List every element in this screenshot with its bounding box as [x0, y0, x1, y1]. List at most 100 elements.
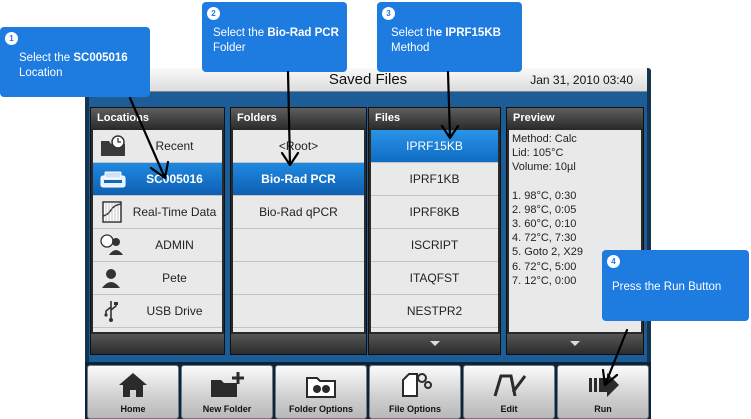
home-button[interactable]: Home: [87, 365, 179, 419]
recent-folder-icon: [101, 135, 125, 156]
folder-label: Bio-Rad PCR: [261, 172, 336, 186]
callout-text-bold: SC005016: [73, 52, 128, 64]
files-panel: Files IPRF15KB IPRF1KB IPRF8KB ISCRIPT I…: [368, 107, 501, 355]
location-label: Pete: [162, 271, 187, 285]
folder-empty-row: [233, 295, 364, 328]
callout-number: 4: [607, 255, 620, 268]
file-label: IPRF1KB: [409, 172, 460, 186]
callout-text-bold: e IPRF15KB: [435, 27, 501, 39]
location-item-pete[interactable]: Pete: [93, 262, 222, 295]
preview-heading: Preview: [507, 108, 643, 128]
user-icon: [102, 269, 120, 288]
new-folder-button[interactable]: New Folder: [181, 365, 273, 419]
usb-icon: [104, 301, 118, 322]
preview-step: 7. 12°C, 0:00: [512, 274, 577, 287]
folder-item-bio-rad-qpcr[interactable]: Bio-Rad qPCR: [233, 196, 364, 229]
location-item-sc005016[interactable]: SC005016: [93, 163, 222, 196]
location-item-usb-drive[interactable]: USB Drive: [93, 295, 222, 328]
file-label: IPRF8KB: [409, 205, 460, 219]
files-scroll-down-button[interactable]: [369, 334, 500, 354]
locations-scroll-footer: [91, 334, 224, 354]
folder-label: Bio-Rad qPCR: [259, 205, 338, 219]
file-label: ITAQFST: [409, 271, 460, 285]
callout-text: Press the Run Button: [612, 281, 722, 293]
preview-step: 1. 98°C, 0:30: [512, 189, 577, 202]
realtime-data-icon: [102, 201, 122, 223]
locations-list: Recent SC005016 Real-Time Data ADMIN Pet…: [93, 130, 222, 332]
callout-text-pre: Select th: [391, 27, 436, 39]
folders-heading: Folders: [231, 108, 366, 128]
chevron-down-icon: [429, 341, 440, 346]
run-label: Run: [594, 404, 612, 414]
callout-text-post: Folder: [213, 42, 246, 54]
preview-lid: Lid: 105°C: [512, 147, 564, 160]
file-options-button[interactable]: File Options: [369, 365, 461, 419]
callout-text-pre: Select the: [213, 27, 268, 39]
preview-step: 5. Goto 2, X29: [512, 246, 583, 259]
folders-panel: Folders <Root> Bio-Rad PCR Bio-Rad qPCR: [230, 107, 367, 355]
location-label: Real-Time Data: [132, 205, 217, 219]
callout-text-post: Method: [391, 42, 430, 54]
callout-number: 3: [382, 7, 395, 20]
edit-icon: [493, 374, 527, 397]
location-label: SC005016: [146, 172, 203, 186]
edit-button[interactable]: Edit: [463, 365, 555, 419]
folder-empty-row: [233, 229, 364, 262]
callout-text: Select the IPRF15KB Method: [391, 26, 514, 56]
callout-step-2: 2 Select the Bio-Rad PCR Folder: [202, 2, 347, 72]
locations-heading: Locations: [91, 108, 224, 128]
callout-step-3: 3 Select the IPRF15KB Method: [377, 2, 522, 72]
callout-text: Select the SC005016 Location: [19, 51, 142, 81]
file-options-icon: [402, 373, 432, 397]
location-item-admin[interactable]: ADMIN: [93, 229, 222, 262]
new-folder-icon: [211, 372, 244, 397]
callout-number: 2: [207, 7, 220, 20]
admin-users-icon: [100, 234, 123, 255]
file-label: ISCRIPT: [410, 238, 459, 252]
folder-item-bio-rad-pcr[interactable]: Bio-Rad PCR: [233, 163, 364, 196]
file-options-label: File Options: [388, 404, 441, 414]
new-folder-label: New Folder: [202, 404, 252, 414]
location-label: USB Drive: [146, 304, 203, 318]
file-item-iscript[interactable]: ISCRIPT: [371, 229, 498, 262]
file-label: IPRF15KB: [406, 139, 463, 153]
title-bar: Saved Files Jan 31, 2010 03:40: [89, 68, 647, 92]
location-item-recent[interactable]: Recent: [93, 130, 222, 163]
edit-label: Edit: [500, 404, 518, 414]
folder-item-root[interactable]: <Root>: [233, 130, 364, 163]
preview-step: 3. 60°C, 0:10: [512, 218, 577, 231]
home-label: Home: [120, 404, 146, 414]
location-label: ADMIN: [155, 238, 194, 252]
callout-text-bold: Bio-Rad PCR: [267, 27, 339, 39]
folder-empty-row: [233, 262, 364, 295]
locations-panel: Locations Recent SC005016 Real-Time Data…: [90, 107, 225, 355]
file-item-nestpr2[interactable]: NESTPR2: [371, 295, 498, 328]
location-item-realtime-data[interactable]: Real-Time Data: [93, 196, 222, 229]
folder-options-label: Folder Options: [289, 404, 353, 414]
preview-volume: Volume: 10µl: [512, 161, 576, 174]
folders-list: <Root> Bio-Rad PCR Bio-Rad qPCR: [233, 130, 364, 332]
screenshot-stage: Saved Files Jan 31, 2010 03:40 Locations…: [0, 0, 751, 419]
folders-scroll-footer: [231, 334, 366, 354]
preview-step: 6. 72°C, 5:00: [512, 260, 577, 273]
files-list: IPRF15KB IPRF1KB IPRF8KB ISCRIPT ITAQFST…: [371, 130, 498, 332]
callout-text-pre: Select the: [19, 52, 74, 64]
folder-options-button[interactable]: Folder Options: [275, 365, 367, 419]
callout-text: Select the Bio-Rad PCR Folder: [213, 26, 339, 56]
preview-step: 4. 72°C, 7:30: [512, 232, 577, 245]
run-button[interactable]: Run: [557, 365, 649, 419]
file-label: NESTPR2: [406, 304, 463, 318]
file-item-iprf8kb[interactable]: IPRF8KB: [371, 196, 498, 229]
preview-method: Method: Calc: [512, 133, 577, 145]
clock-datetime: Jan 31, 2010 03:40: [530, 73, 633, 87]
folder-options-icon: [306, 377, 336, 398]
run-icon: [589, 373, 619, 397]
callout-text-post: Location: [19, 67, 63, 79]
callout-number: 1: [5, 32, 18, 45]
file-item-itaqfst[interactable]: ITAQFST: [371, 262, 498, 295]
preview-scroll-down-button[interactable]: [507, 334, 643, 354]
file-item-iprf15kb[interactable]: IPRF15KB: [371, 130, 498, 163]
bottom-toolbar: Home New Folder Folder Options File Opti…: [85, 362, 651, 419]
preview-step: 2. 98°C, 0:05: [512, 203, 577, 216]
file-item-iprf1kb[interactable]: IPRF1KB: [371, 163, 498, 196]
